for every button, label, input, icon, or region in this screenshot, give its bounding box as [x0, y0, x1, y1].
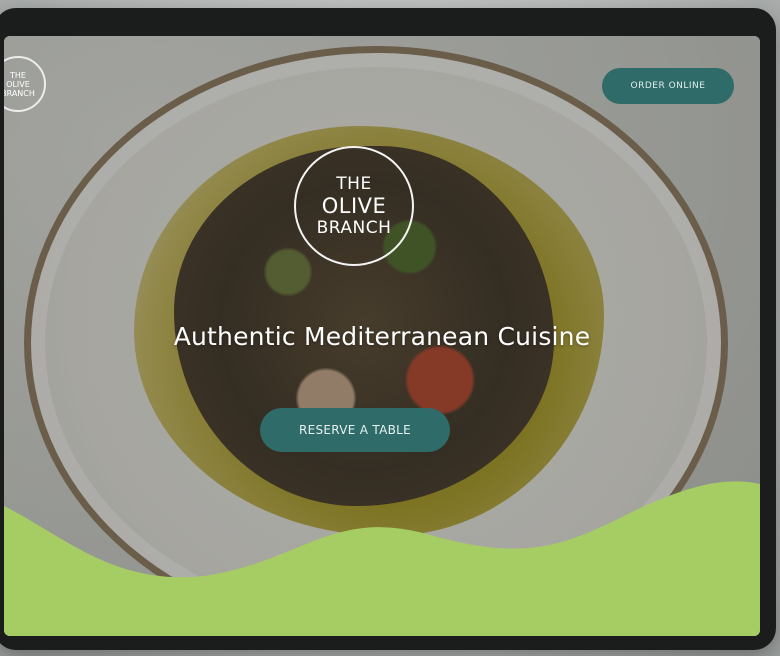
- brand-line-3: BRANCH: [316, 218, 392, 238]
- reserve-table-button[interactable]: RESERVE A TABLE: [260, 408, 450, 452]
- green-wave-shape: [4, 481, 760, 636]
- hero-headline: Authentic Mediterranean Cuisine: [173, 322, 591, 351]
- brand-line-1: THE: [336, 174, 372, 194]
- order-online-button[interactable]: ORDER ONLINE: [602, 68, 734, 104]
- tablet-frame: THE OLIVE BRANCH ORDER ONLINE THE OLIVE …: [0, 8, 776, 650]
- brand-line-2: OLIVE: [321, 194, 387, 218]
- brand-logo-seal: THE OLIVE BRANCH: [294, 146, 414, 266]
- website-screen: THE OLIVE BRANCH ORDER ONLINE THE OLIVE …: [4, 36, 760, 636]
- corner-logo-text: THE OLIVE BRANCH: [4, 70, 35, 98]
- viewport: THE OLIVE BRANCH ORDER ONLINE THE OLIVE …: [0, 0, 780, 656]
